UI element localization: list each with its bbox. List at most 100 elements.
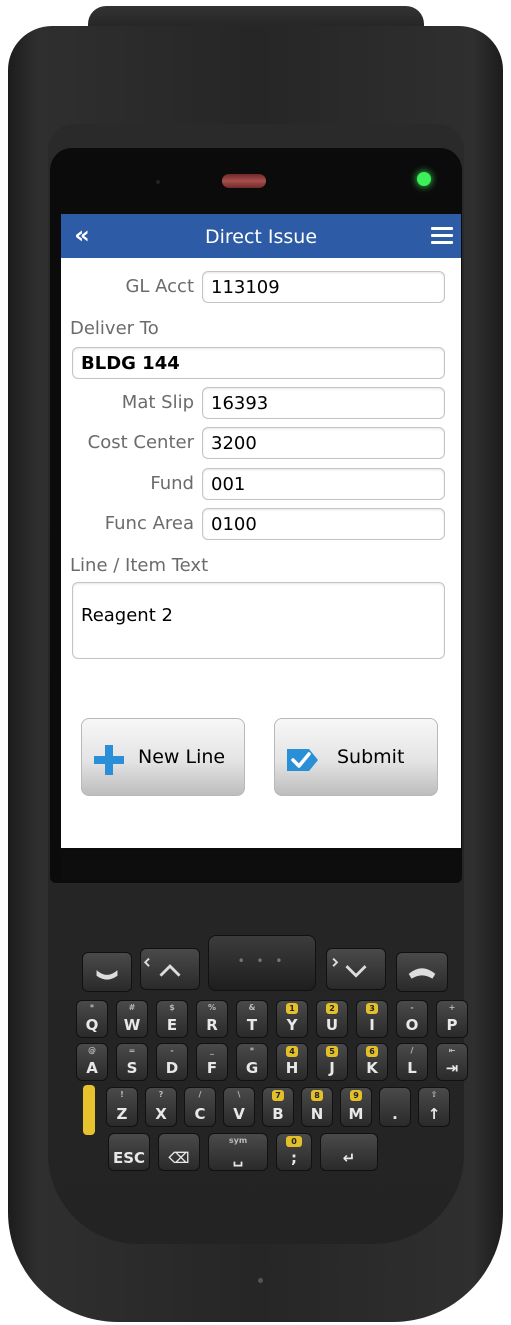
gl-acct-field[interactable]: 113109 xyxy=(202,271,445,303)
key-2-row2[interactable]: -D xyxy=(156,1043,188,1081)
cost-center-label: Cost Center xyxy=(87,432,194,453)
key-secondary-label: 2 xyxy=(326,1003,338,1014)
key-7-row3[interactable]: . xyxy=(379,1087,411,1127)
fund-field[interactable]: 001 xyxy=(202,468,445,500)
key-primary-label: E xyxy=(166,1016,178,1034)
microphone-dot xyxy=(258,1278,263,1283)
phone-answer-icon xyxy=(96,970,118,980)
key-9-row1[interactable]: + P xyxy=(436,1000,468,1038)
key-0-row1[interactable]: * Q xyxy=(76,1000,108,1038)
key-6-row2[interactable]: 5J xyxy=(316,1043,348,1081)
center-scan-key[interactable]: • • • xyxy=(208,935,316,991)
key-primary-label: X xyxy=(155,1105,167,1123)
key-primary-label: L xyxy=(407,1059,417,1077)
key-secondary-label: \ xyxy=(237,1090,241,1099)
status-led xyxy=(417,172,431,186)
key-primary-label: . xyxy=(392,1105,398,1123)
key-3-row2[interactable]: _ F xyxy=(196,1043,228,1081)
key-4-row1[interactable]: & T xyxy=(236,1000,268,1038)
key-secondary-label: # xyxy=(128,1003,136,1012)
key-primary-label: R xyxy=(206,1016,218,1034)
key-primary-label: I xyxy=(369,1016,375,1034)
key-secondary-label: 0 xyxy=(286,1136,302,1147)
earpiece-speaker xyxy=(222,174,266,188)
function-key-yellow[interactable] xyxy=(83,1085,95,1135)
key-2-row1[interactable]: $ E xyxy=(156,1000,188,1038)
key-secondary-label: 6 xyxy=(366,1046,378,1057)
back-icon[interactable]: « xyxy=(67,220,97,250)
key-3-row1[interactable]: % R xyxy=(196,1000,228,1038)
key-primary-label: ↵ xyxy=(342,1149,356,1167)
key-1-row1[interactable]: # W xyxy=(116,1000,148,1038)
fund-label: Fund xyxy=(150,473,194,494)
key-1-row4[interactable]: ⌫ xyxy=(158,1133,200,1171)
key-secondary-label: ⇧ xyxy=(430,1090,438,1099)
key-5-row3[interactable]: 8N xyxy=(301,1087,333,1127)
new-line-button[interactable]: New Line xyxy=(81,718,245,796)
app-screen: « Direct Issue GL Acct 113109 Deliver To… xyxy=(61,214,461,848)
call-answer-key[interactable] xyxy=(82,952,132,992)
key-4-row2[interactable]: * G xyxy=(236,1043,268,1081)
func-area-field[interactable]: 0100 xyxy=(202,508,445,540)
center-key-dots: • • • xyxy=(237,954,287,968)
key-1-row2[interactable]: = S xyxy=(116,1043,148,1081)
key-primary-label: A xyxy=(86,1059,98,1077)
key-primary-label: ⌫ xyxy=(168,1149,190,1167)
key-primary-label: ⇥ xyxy=(445,1059,459,1077)
title-bar: « Direct Issue xyxy=(61,214,461,258)
hamburger-menu-icon[interactable] xyxy=(431,227,453,245)
key-9-row2[interactable]: ⇤ ⇥ xyxy=(436,1043,468,1081)
deliver-to-field[interactable]: BLDG 144 xyxy=(72,347,445,379)
key-6-row3[interactable]: 9M xyxy=(340,1087,372,1127)
key-primary-label: Z xyxy=(116,1105,128,1123)
key-0-row4[interactable]: ESC xyxy=(108,1133,150,1171)
key-primary-label: U xyxy=(325,1016,339,1034)
key-secondary-label: - xyxy=(410,1003,414,1012)
key-7-row1[interactable]: 3I xyxy=(356,1000,388,1038)
mat-slip-field[interactable]: 16393 xyxy=(202,387,445,419)
chevron-down-icon xyxy=(332,957,367,978)
sensor-dot xyxy=(156,180,160,184)
nav-up-key[interactable] xyxy=(140,948,200,990)
key-8-row3[interactable]: ⇧ ↑ xyxy=(418,1087,450,1127)
key-primary-label: D xyxy=(165,1059,179,1077)
key-primary-label: S xyxy=(126,1059,138,1077)
key-primary-label: J xyxy=(329,1059,335,1077)
key-secondary-label: 9 xyxy=(350,1090,362,1101)
key-primary-label: O xyxy=(405,1016,419,1034)
key-8-row1[interactable]: -O xyxy=(396,1000,428,1038)
new-line-label: New Line xyxy=(138,746,226,768)
key-6-row1[interactable]: 2U xyxy=(316,1000,348,1038)
key-2-row3[interactable]: / C xyxy=(184,1087,216,1127)
key-7-row2[interactable]: 6K xyxy=(356,1043,388,1081)
key-secondary-label: 8 xyxy=(311,1090,323,1101)
func-area-label: Func Area xyxy=(104,513,194,534)
line-item-text-area[interactable]: Reagent 2 xyxy=(72,582,445,659)
key-primary-label: ESC xyxy=(112,1149,146,1167)
checkmark-icon xyxy=(287,749,318,771)
key-4-row3[interactable]: 7B xyxy=(262,1087,294,1127)
nav-down-key[interactable] xyxy=(326,948,386,990)
cost-center-field[interactable]: 3200 xyxy=(202,427,445,459)
key-8-row2[interactable]: / L xyxy=(396,1043,428,1081)
key-primary-label: N xyxy=(310,1105,324,1123)
key-secondary-label: @ xyxy=(88,1046,96,1055)
key-1-row3[interactable]: ? X xyxy=(145,1087,177,1127)
key-0-row2[interactable]: @ A xyxy=(76,1043,108,1081)
plus-icon xyxy=(94,745,124,775)
key-secondary-label: ! xyxy=(120,1090,124,1099)
line-item-text-label: Line / Item Text xyxy=(70,555,209,576)
key-primary-label: B xyxy=(272,1105,284,1123)
submit-button[interactable]: Submit xyxy=(274,718,438,796)
key-5-row2[interactable]: 4H xyxy=(276,1043,308,1081)
key-primary-label: ␣ xyxy=(232,1149,244,1167)
key-4-row4[interactable]: ↵ xyxy=(320,1133,378,1171)
key-3-row3[interactable]: \ V xyxy=(223,1087,255,1127)
key-2-row4[interactable]: sym ␣ xyxy=(208,1133,268,1171)
key-5-row1[interactable]: 1Y xyxy=(276,1000,308,1038)
key-primary-label: ↑ xyxy=(427,1105,441,1123)
key-0-row3[interactable]: ! Z xyxy=(106,1087,138,1127)
key-primary-label: Q xyxy=(85,1016,99,1034)
call-end-key[interactable] xyxy=(396,952,448,992)
key-3-row4[interactable]: 0; xyxy=(276,1133,312,1171)
